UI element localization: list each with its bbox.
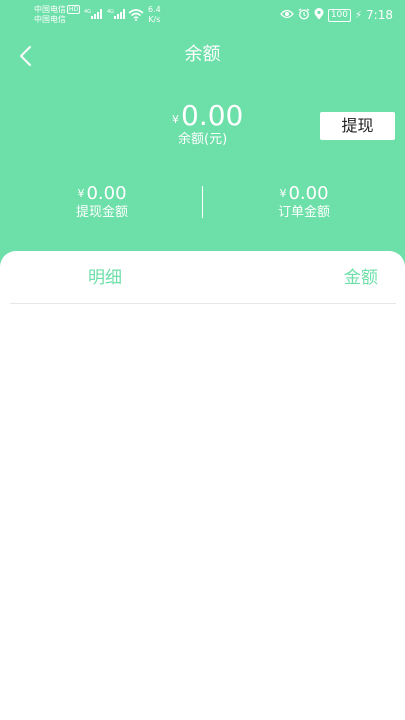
wifi-icon [128, 9, 144, 21]
detail-card [0, 251, 405, 720]
detail-column-header: 明细 [88, 268, 122, 288]
amount-column-header: 金额 [344, 268, 378, 288]
status-right: 100 ⚡ 7:18 [279, 7, 393, 23]
currency-symbol: ¥ [77, 187, 85, 200]
balance-label: 余额(元) [178, 132, 228, 147]
status-bar: 中国电信 HD 中国电信 4G 4G 6.4 K/s 100 ⚡ 7:18 [0, 0, 405, 30]
charging-icon: ⚡ [355, 9, 363, 21]
carrier-info: 中国电信 HD 中国电信 [34, 5, 81, 25]
page-title: 余额 [184, 44, 221, 65]
signal-icon: 4G [84, 8, 102, 20]
clock-time: 7:18 [366, 8, 393, 22]
withdraw-button[interactable]: 提现 [320, 112, 395, 140]
svg-text:4G: 4G [84, 9, 91, 15]
eye-icon [279, 8, 294, 22]
withdrawn-value: 0.00 [86, 183, 127, 204]
balance-amount-group: ¥0.00 [172, 100, 243, 132]
carrier-1-label: 中国电信 [34, 5, 66, 14]
signal-icon-2: 4G [107, 8, 125, 20]
withdrawn-stat: ¥0.00 提现金额 [60, 183, 144, 221]
carrier-2-label: 中国电信 [34, 15, 66, 24]
withdrawn-value-group: ¥0.00 [60, 183, 144, 205]
location-icon [314, 7, 324, 23]
svg-text:4G: 4G [107, 9, 114, 15]
alarm-icon [298, 8, 310, 23]
order-value: 0.00 [288, 183, 329, 204]
currency-symbol: ¥ [279, 187, 287, 200]
network-speed: 6.4 K/s [148, 5, 161, 25]
order-label: 订单金额 [277, 205, 330, 220]
header-divider [10, 303, 396, 304]
withdrawn-label: 提现金额 [75, 205, 128, 220]
order-value-group: ¥0.00 [262, 183, 346, 205]
order-stat: ¥0.00 订单金额 [262, 183, 346, 221]
speed-unit: K/s [148, 15, 161, 24]
stats-divider [202, 186, 203, 218]
hd-badge: HD [67, 5, 81, 14]
battery-icon: 100 [327, 8, 352, 22]
currency-symbol: ¥ [172, 113, 179, 126]
speed-value: 6.4 [148, 5, 161, 14]
balance-amount: 0.00 [181, 99, 244, 132]
